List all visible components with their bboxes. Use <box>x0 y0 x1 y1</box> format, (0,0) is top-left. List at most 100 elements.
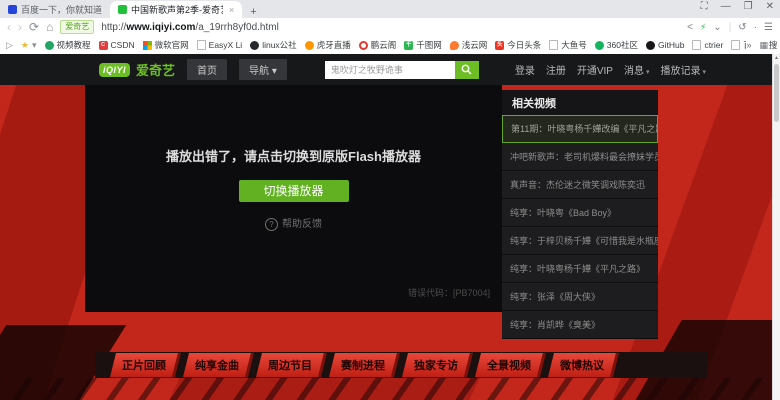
nav-menu-label: 导航 <box>249 66 269 77</box>
bottom-nav-pure-songs[interactable]: 纯享金曲 <box>183 353 254 377</box>
refresh-icon[interactable]: ⟳ <box>29 21 39 33</box>
menu-icon[interactable]: ☰ <box>764 22 773 33</box>
bottom-nav-competition[interactable]: 赛制进程 <box>329 353 400 377</box>
collapse-bookmarks-icon[interactable]: ▷ <box>6 40 13 51</box>
nav-menu-button[interactable]: 导航 ▾ <box>239 59 287 80</box>
search-button[interactable] <box>455 61 479 79</box>
bottom-nav-weibo[interactable]: 微博热议 <box>548 353 619 377</box>
bookmark-item[interactable]: EasyX Li <box>197 40 243 50</box>
tab-title: 百度一下，你就知道 <box>21 3 102 16</box>
history-link[interactable]: 播放记录▾ <box>660 62 706 77</box>
flame-icon <box>450 41 459 50</box>
undo-icon[interactable]: ↺ <box>738 22 746 33</box>
bookmark-item[interactable]: 鹏云阁 <box>359 39 397 51</box>
qiantu-icon: 千 <box>404 41 413 50</box>
bookmark-label: 今日头条 <box>507 39 541 51</box>
related-video-item[interactable]: 纯享：叶晓粤《Bad Boy》 <box>502 199 658 227</box>
bottom-nav-side-shows[interactable]: 周边节目 <box>256 353 327 377</box>
related-video-item[interactable]: 纯享：于梓贝杨千嬅《可惜我是水瓶座》 <box>502 227 658 255</box>
bookmark-label: 虎牙直播 <box>317 39 351 51</box>
vip-link[interactable]: 开通VIP <box>577 62 613 77</box>
url-field[interactable]: http://www.iqiyi.com/a_19rrh8yf0d.html <box>101 22 279 33</box>
bookmark-item[interactable]: GitHub <box>646 40 684 50</box>
bookmark-label: GitHub <box>658 40 684 50</box>
bookmark-item[interactable]: linux公社 <box>250 39 296 51</box>
messages-link[interactable]: 消息▾ <box>624 62 650 77</box>
bookmark-item[interactable]: 头今日头条 <box>495 39 541 51</box>
bookmarks-bar: ▷ ★▾ 视频教程 CCSDN 微软官网 EasyX Li linux公社 虎牙… <box>0 36 780 55</box>
register-link[interactable]: 注册 <box>546 62 566 77</box>
forward-icon[interactable]: › <box>18 21 22 33</box>
microsoft-icon <box>143 41 152 50</box>
related-video-item[interactable]: 纯享：张泽《周大侠》 <box>502 283 658 311</box>
bookmark-item[interactable]: 千千图网 <box>404 39 442 51</box>
minimize-button[interactable]: — <box>721 1 731 12</box>
iqiyi-logo-text[interactable]: 爱奇艺 <box>136 60 175 79</box>
tab-close-icon[interactable]: × <box>229 5 234 15</box>
search-input[interactable] <box>325 61 455 79</box>
related-video-item[interactable]: 纯享：肖凯晔《臭美》 <box>502 311 658 339</box>
bookmark-item[interactable]: 视频教程 <box>45 39 91 51</box>
github-icon <box>646 41 655 50</box>
related-video-item[interactable]: 真声音：杰伦迷之微笑调戏陈奕迅 <box>502 171 658 199</box>
iqiyi-favicon-icon <box>118 5 127 14</box>
bookmark-item[interactable]: 大鱼号 <box>549 39 587 51</box>
home-icon[interactable]: ⌂ <box>46 21 53 33</box>
back-icon[interactable]: ‹ <box>7 21 11 33</box>
maximize-button[interactable]: ❐ <box>744 1 753 12</box>
banner-decoration <box>0 378 780 400</box>
new-tab-button[interactable]: + <box>242 6 264 18</box>
360-icon <box>595 41 604 50</box>
site-header: iQIYI 爱奇艺 首页 导航 ▾ 登录 注册 开通VIP 消息▾ 播放记录▾ <box>0 54 772 85</box>
bottom-nav-interviews[interactable]: 独家专访 <box>402 353 473 377</box>
site-identity-badge[interactable]: 爱奇艺 <box>60 20 94 34</box>
bookmark-label: 千图网 <box>416 39 442 51</box>
bottom-nav-label: 全景视频 <box>487 357 531 373</box>
bottom-nav-full-episodes[interactable]: 正片回顾 <box>110 353 181 377</box>
bookmarks-overflow-icon[interactable]: » <box>746 40 751 50</box>
dropdown-dot-icon[interactable]: · <box>754 22 757 33</box>
document-icon <box>731 40 740 50</box>
bottom-nav-label: 纯享金曲 <box>195 357 239 373</box>
related-video-item[interactable]: 第11期：叶晓粤杨千嬅改编《平凡之路》 <box>502 115 658 143</box>
login-link[interactable]: 登录 <box>515 62 535 77</box>
toolbar-separator: | <box>729 22 732 33</box>
tab-iqiyi-active[interactable]: 中国新歌声第2季-爱奇艺 × <box>110 1 242 18</box>
related-video-item[interactable]: 冲吧新歌声：老司机爆料最会撩妹学员 <box>502 143 658 171</box>
related-video-item[interactable]: 纯享：叶晓粤杨千嬅《平凡之路》 <box>502 255 658 283</box>
bookmark-label: ctrier <box>704 40 723 50</box>
chevron-down-icon[interactable]: ⌄ <box>713 22 721 33</box>
chevron-down-icon: ▾ <box>272 66 277 77</box>
bookmark-label: 360社区 <box>607 39 638 51</box>
nav-home-button[interactable]: 首页 <box>187 59 227 80</box>
speed-mode-icon[interactable]: ⚡ <box>700 22 706 33</box>
scroll-up-icon[interactable]: ▲ <box>773 54 780 63</box>
bookmark-label: linux公社 <box>262 39 296 51</box>
bottom-nav-panorama[interactable]: 全景视频 <box>475 353 546 377</box>
document-icon <box>197 40 206 50</box>
baidu-favicon-icon <box>8 5 17 14</box>
switch-player-button[interactable]: 切换播放器 <box>239 180 349 202</box>
close-button[interactable]: ✕ <box>766 1 774 12</box>
page-scrollbar[interactable]: ▲ <box>772 54 780 400</box>
bookmark-item[interactable]: CCSDN <box>99 40 135 50</box>
bookmark-item[interactable]: 虎牙直播 <box>305 39 351 51</box>
bookmark-item[interactable]: 微软官网 <box>143 39 189 51</box>
bookmarks-panel-icon[interactable]: ▦ <box>759 40 768 51</box>
tab-baidu[interactable]: 百度一下，你就知道 <box>0 1 110 18</box>
document-icon <box>692 40 701 50</box>
bookmark-item[interactable]: ctrier <box>692 40 723 50</box>
bottom-nav-label: 微博热议 <box>560 357 604 373</box>
share-icon[interactable]: < <box>687 22 693 33</box>
scrollbar-thumb[interactable] <box>774 64 779 122</box>
skin-icon[interactable]: ⛶ <box>701 1 708 12</box>
iqiyi-logo-icon[interactable]: iQIYI <box>99 63 130 77</box>
url-scheme: http:// <box>101 22 126 33</box>
help-feedback-link[interactable]: ?帮助反馈 <box>85 215 502 231</box>
browser-window: 百度一下，你就知道 中国新歌声第2季-爱奇艺 × + ⛶ — ❐ ✕ ‹ › ⟳… <box>0 0 780 400</box>
bookmark-item[interactable]: 360社区 <box>595 39 638 51</box>
bookmarks-folder[interactable]: ★▾ <box>21 40 37 51</box>
bookmark-item[interactable]: 浅云网 <box>450 39 488 51</box>
huya-icon <box>305 41 314 50</box>
bookmark-label: 浅云网 <box>462 39 488 51</box>
